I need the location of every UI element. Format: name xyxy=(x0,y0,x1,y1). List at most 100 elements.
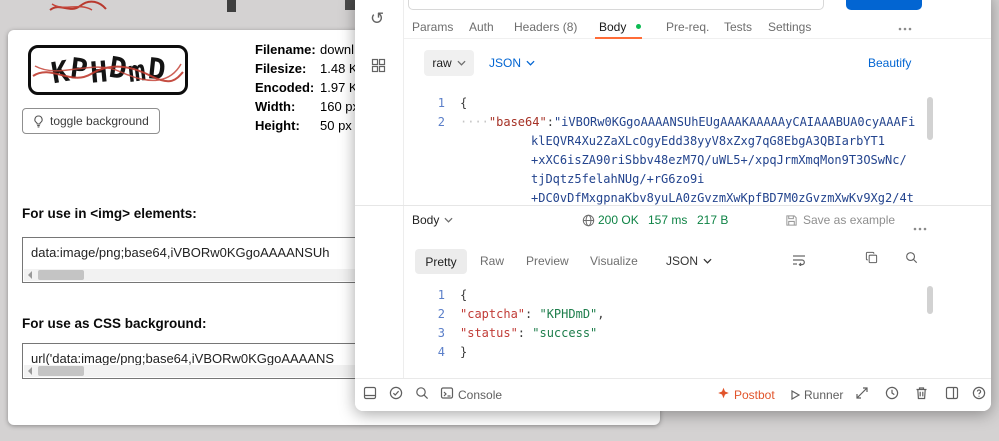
line-number: 1 xyxy=(404,286,445,305)
code-text: "status": "success" xyxy=(445,324,597,343)
console-button[interactable]: Console xyxy=(458,388,502,402)
line-number: 1 xyxy=(404,94,445,113)
response-viewer-scrollbar[interactable] xyxy=(927,286,933,314)
runner-play-icon[interactable] xyxy=(789,388,801,406)
code-text: +xXC6isZA90riSbbv48ezM7Q/uWL5+/xpqJrmXmq… xyxy=(404,151,907,170)
request-editor-scrollbar[interactable] xyxy=(927,97,933,140)
checklist-icon[interactable] xyxy=(389,386,403,405)
request-more-options-icon[interactable] xyxy=(898,18,912,36)
lightbulb-icon xyxy=(33,115,44,128)
tab-auth[interactable]: Auth xyxy=(469,20,494,34)
tab-pre-request[interactable]: Pre-req. xyxy=(666,20,709,34)
chevron-down-icon xyxy=(526,60,535,66)
code-text: "captcha": "KPHDmD", xyxy=(445,305,605,324)
captcha-image: KPHDmD xyxy=(28,45,188,95)
postman-window: ↺ Params Auth Headers (8) Body Pre-req. … xyxy=(355,0,991,411)
collections-grid-icon[interactable] xyxy=(371,58,386,78)
response-time: 157 ms xyxy=(648,213,687,227)
split-panel-icon[interactable] xyxy=(945,386,959,405)
code-line: 2 ····"base64":"iVBORw0KGgoAAAANSUhEUgAA… xyxy=(404,113,989,132)
meta-filename-label: Filename: xyxy=(255,42,316,57)
beautify-button[interactable]: Beautify xyxy=(868,56,911,70)
cookies-time-icon[interactable] xyxy=(885,386,899,405)
tab-params[interactable]: Params xyxy=(412,20,453,34)
send-button[interactable] xyxy=(846,0,922,10)
find-icon[interactable] xyxy=(415,386,429,405)
background-page-fragment xyxy=(227,0,236,12)
body-type-value: raw xyxy=(432,56,451,70)
code-line: +xXC6isZA90riSbbv48ezM7Q/uWL5+/xpqJrmXmq… xyxy=(404,151,989,170)
response-body-dropdown[interactable]: Body xyxy=(412,213,453,227)
body-type-dropdown[interactable]: raw xyxy=(424,50,474,76)
postbot-icon[interactable] xyxy=(717,387,730,405)
img-usage-heading: For use in <img> elements: xyxy=(22,206,197,221)
chevron-down-icon xyxy=(457,60,466,66)
chevron-down-icon xyxy=(444,217,453,223)
code-line: 1 { xyxy=(404,286,989,305)
response-body-viewer[interactable]: 1 { 2 "captcha": "KPHDmD", 3 "status": "… xyxy=(404,278,989,364)
body-format-value: JSON xyxy=(489,56,521,70)
save-icon[interactable] xyxy=(785,214,798,232)
code-line: 2 "captcha": "KPHDmD", xyxy=(404,305,989,324)
code-text: +DC0vDfMxgpnaKbv8yuLA0zGvzmXwKpfBD7M0zGv… xyxy=(404,189,914,205)
response-format-dropdown[interactable]: JSON xyxy=(666,254,712,268)
response-size: 217 B xyxy=(697,213,728,227)
sidebar-toggle-icon[interactable] xyxy=(363,386,377,405)
code-line: tjDqtz5felahNUg/+rG6zo9i xyxy=(404,170,989,189)
response-tab-pretty[interactable]: Pretty xyxy=(415,249,467,274)
scrollbar-thumb[interactable] xyxy=(38,270,84,280)
save-as-example-button[interactable]: Save as example xyxy=(803,213,895,227)
postman-status-bar: Console Postbot Runner xyxy=(355,378,991,411)
postbot-button[interactable]: Postbot xyxy=(734,388,775,402)
meta-filesize-label: Filesize: xyxy=(255,61,306,76)
scroll-left-arrow-icon[interactable] xyxy=(24,365,36,377)
active-tab-underline xyxy=(595,37,642,39)
response-tab-preview[interactable]: Preview xyxy=(526,254,569,268)
response-tab-raw[interactable]: Raw xyxy=(480,254,504,268)
line-number: 2 xyxy=(404,305,445,324)
code-line: +DC0vDfMxgpnaKbv8yuLA0zGvzmXwKpfBD7M0zGv… xyxy=(404,189,989,205)
toggle-background-button[interactable]: toggle background xyxy=(22,108,160,134)
code-line: 1 { xyxy=(404,94,989,113)
request-url-field[interactable] xyxy=(408,0,824,10)
meta-height-value: 50 px xyxy=(320,118,352,133)
request-response-splitter[interactable] xyxy=(355,205,991,206)
meta-height-label: Height: xyxy=(255,118,300,133)
meta-filesize-value: 1.48 K xyxy=(320,61,358,76)
code-text: klEQVR4Xu2ZaXLcOgyEdd38yyV8xZxg7qG8EbgA3… xyxy=(404,132,885,151)
meta-encoded-value: 1.97 K xyxy=(320,80,358,95)
tab-headers[interactable]: Headers (8) xyxy=(514,20,577,34)
postman-mini-sidebar: ↺ xyxy=(355,0,404,378)
response-more-options-icon[interactable] xyxy=(913,218,927,236)
console-icon[interactable] xyxy=(440,386,454,405)
tab-tests[interactable]: Tests xyxy=(724,20,752,34)
tab-settings[interactable]: Settings xyxy=(768,20,811,34)
code-line: 4 } xyxy=(404,343,989,362)
code-text: { xyxy=(445,286,467,305)
code-text: ····"base64":"iVBORw0KGgoAAAANSUhEUgAAAK… xyxy=(445,113,915,132)
scroll-left-arrow-icon[interactable] xyxy=(24,269,36,281)
chevron-down-icon xyxy=(703,258,712,264)
meta-width-label: Width: xyxy=(255,99,295,114)
tab-body[interactable]: Body xyxy=(599,20,626,34)
meta-encoded-label: Encoded: xyxy=(255,80,314,95)
response-tab-visualize[interactable]: Visualize xyxy=(590,254,638,268)
line-number: 2 xyxy=(404,113,445,132)
scrollbar-thumb[interactable] xyxy=(38,366,84,376)
copy-icon[interactable] xyxy=(865,251,878,269)
captcha-text: KPHDmD xyxy=(50,53,167,87)
line-number: 3 xyxy=(404,324,445,343)
code-line: 3 "status": "success" xyxy=(404,324,989,343)
body-format-dropdown[interactable]: JSON xyxy=(489,56,535,70)
wrap-lines-icon[interactable] xyxy=(792,253,807,271)
help-icon[interactable] xyxy=(972,386,986,405)
meta-filename-value: downl xyxy=(320,42,354,57)
history-icon[interactable]: ↺ xyxy=(370,10,384,27)
meta-width-value: 160 px xyxy=(320,99,359,114)
response-format-value: JSON xyxy=(666,254,698,268)
trash-icon[interactable] xyxy=(915,386,928,405)
capture-requests-icon[interactable] xyxy=(855,386,869,405)
search-icon[interactable] xyxy=(905,251,918,269)
runner-button[interactable]: Runner xyxy=(804,388,843,402)
request-body-editor[interactable]: 1 { 2 ····"base64":"iVBORw0KGgoAAAANSUhE… xyxy=(404,84,989,205)
